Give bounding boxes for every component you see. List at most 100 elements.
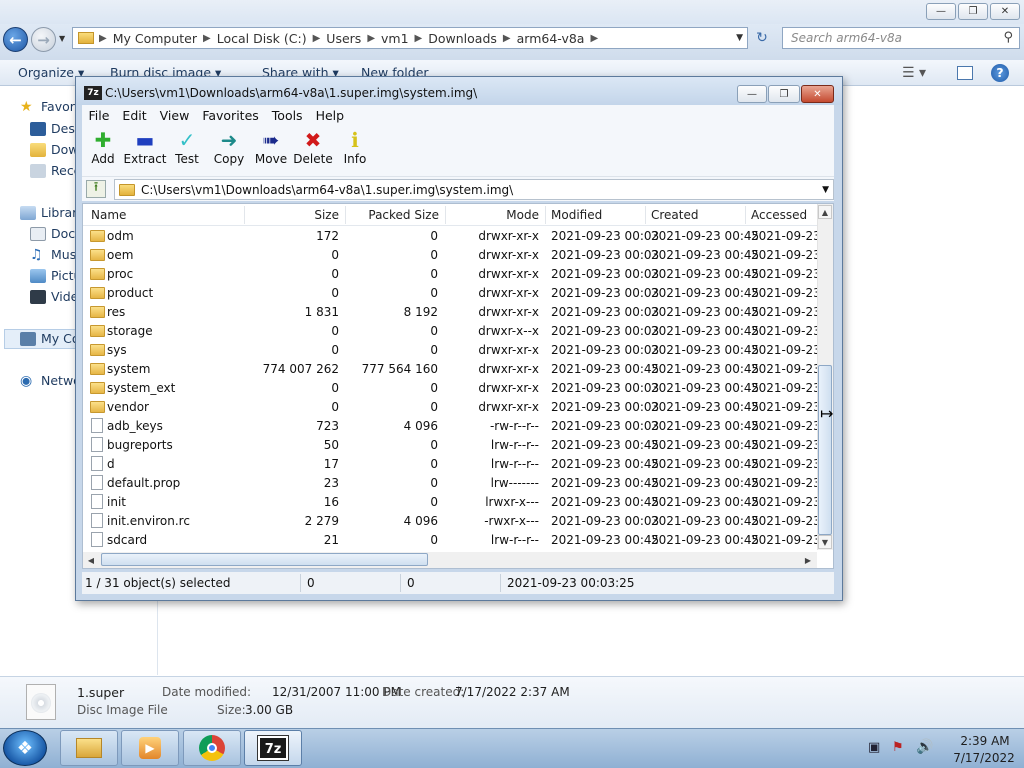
menu-edit[interactable]: Edit bbox=[116, 108, 153, 123]
move-button[interactable]: ➠ Move bbox=[250, 128, 292, 166]
taskbar-explorer-button[interactable] bbox=[60, 730, 118, 766]
breadcrumb-vm1[interactable]: vm1 bbox=[375, 31, 415, 46]
scroll-up-icon[interactable]: ▲ bbox=[818, 205, 832, 219]
column-header-accessed[interactable]: Accessed bbox=[751, 208, 807, 222]
table-row[interactable]: sdcard 21 0 lrw-r--r-- 2021-09-23 00:45 2021-… bbox=[83, 531, 817, 550]
breadcrumb-users[interactable]: Users bbox=[320, 31, 367, 46]
breadcrumb-arm64-v8a[interactable]: arm64-v8a bbox=[511, 31, 591, 46]
7zip-maximize-button[interactable]: ❐ bbox=[768, 85, 800, 103]
nav-videos[interactable]: Vide bbox=[30, 289, 78, 304]
column-header-size[interactable]: Size bbox=[246, 208, 339, 222]
horizontal-scroll-thumb[interactable] bbox=[101, 553, 428, 566]
table-row[interactable]: res 1 831 8 192 drwxr-xr-x 2021-09-23 00:03 2… bbox=[83, 303, 817, 322]
menu-favorites[interactable]: Favorites bbox=[196, 108, 265, 123]
nav-recent[interactable]: Rece bbox=[30, 163, 81, 178]
tray-network-icon[interactable]: ▣ bbox=[868, 740, 880, 755]
column-header-modified[interactable]: Modified bbox=[551, 208, 602, 222]
cell-accessed: 2021-09-23 0 bbox=[751, 476, 817, 490]
table-row[interactable]: storage 0 0 drwxr-x--x 2021-09-23 00:03 2021-… bbox=[83, 322, 817, 341]
path-input[interactable]: C:\Users\vm1\Downloads\arm64-v8a\1.super… bbox=[114, 179, 834, 200]
extract-button[interactable]: ▬ Extract bbox=[124, 128, 167, 166]
table-row[interactable]: sys 0 0 drwxr-xr-x 2021-09-23 00:03 2021-09-2… bbox=[83, 341, 817, 360]
copy-button[interactable]: ➜ Copy bbox=[208, 128, 250, 166]
table-row[interactable]: system_ext 0 0 drwxr-xr-x 2021-09-23 00:03 20… bbox=[83, 379, 817, 398]
table-row[interactable]: init 16 0 lrwxr-x--- 2021-09-23 00:45 2021-09… bbox=[83, 493, 817, 512]
column-header-packed-size[interactable]: Packed Size bbox=[346, 208, 439, 222]
help-icon[interactable]: ? bbox=[991, 63, 1009, 82]
table-row[interactable]: default.prop 23 0 lrw------- 2021-09-23 00:4… bbox=[83, 474, 817, 493]
delete-button[interactable]: ✖ Delete bbox=[292, 128, 334, 166]
table-row[interactable]: odm 172 0 drwxr-xr-x 2021-09-23 00:03 2021-09… bbox=[83, 227, 817, 246]
back-button[interactable]: ← bbox=[3, 27, 28, 52]
up-folder-icon[interactable]: ⭱ bbox=[86, 180, 106, 198]
column-divider[interactable] bbox=[545, 206, 546, 224]
close-button[interactable]: ✕ bbox=[990, 3, 1020, 20]
menu-help[interactable]: Help bbox=[309, 108, 351, 123]
table-row[interactable]: init.environ.rc 2 279 4 096 -rwxr-x--- 2021-… bbox=[83, 512, 817, 531]
column-header-name[interactable]: Name bbox=[91, 208, 126, 222]
column-divider[interactable] bbox=[645, 206, 646, 224]
table-row[interactable]: d 17 0 lrw-r--r-- 2021-09-23 00:45 2021-09-23… bbox=[83, 455, 817, 474]
folder-icon bbox=[90, 306, 105, 318]
menu-view[interactable]: View bbox=[153, 108, 196, 123]
cell-packed-size: 0 bbox=[430, 438, 438, 452]
menu-file[interactable]: File bbox=[82, 108, 116, 123]
nav-network[interactable]: ◉ Netwo bbox=[20, 373, 81, 388]
info-button[interactable]: ℹ Info bbox=[334, 128, 376, 166]
column-divider[interactable] bbox=[244, 206, 245, 224]
table-row[interactable]: adb_keys 723 4 096 -rw-r--r-- 2021-09-23 00:… bbox=[83, 417, 817, 436]
add-button[interactable]: ✚ Add bbox=[82, 128, 124, 166]
table-row[interactable]: proc 0 0 drwxr-xr-x 2021-09-23 00:03 2021-09-… bbox=[83, 265, 817, 284]
cell-size: 774 007 262 bbox=[262, 362, 339, 376]
tray-action-center-icon[interactable]: ⚑ bbox=[892, 740, 904, 755]
table-row[interactable]: system 774 007 262 777 564 160 drwxr-xr-x 20… bbox=[83, 360, 817, 379]
forward-button[interactable]: → bbox=[31, 27, 56, 52]
menu-tools[interactable]: Tools bbox=[265, 108, 309, 123]
7zip-minimize-button[interactable]: — bbox=[737, 85, 767, 103]
test-button[interactable]: ✓ Test bbox=[166, 128, 208, 166]
address-dropdown-icon[interactable]: ▼ bbox=[736, 33, 743, 43]
address-bar[interactable]: ▶ My Computer ▶ Local Disk (C:) ▶ Users … bbox=[72, 27, 748, 49]
taskbar-7zip-button[interactable]: 7z bbox=[244, 730, 302, 766]
vertical-scroll-thumb[interactable] bbox=[818, 365, 832, 535]
taskbar-chrome-button[interactable] bbox=[183, 730, 241, 766]
view-options-icon[interactable]: ☰ ▾ bbox=[902, 65, 926, 81]
refresh-icon[interactable]: ↻ bbox=[750, 27, 774, 49]
cell-size: 16 bbox=[323, 495, 339, 509]
tray-volume-icon[interactable]: 🔊 bbox=[916, 739, 933, 755]
clock-time[interactable]: 2:39 AM bbox=[950, 734, 1020, 748]
clock-date[interactable]: 7/17/2022 bbox=[946, 751, 1022, 765]
breadcrumb-my-computer[interactable]: My Computer bbox=[107, 31, 203, 46]
search-input[interactable]: Search arm64-v8a ⚲ bbox=[782, 27, 1020, 49]
breadcrumb-downloads[interactable]: Downloads bbox=[422, 31, 503, 46]
nav-downloads[interactable]: Dow bbox=[30, 142, 79, 157]
scroll-left-icon[interactable]: ◀ bbox=[84, 553, 98, 567]
column-header-mode[interactable]: Mode bbox=[446, 208, 539, 222]
disc-image-icon bbox=[26, 684, 56, 720]
cell-name: init.environ.rc bbox=[107, 514, 190, 528]
folder-icon bbox=[90, 382, 105, 394]
table-row[interactable]: bugreports 50 0 lrw-r--r-- 2021-09-23 00:45 2… bbox=[83, 436, 817, 455]
nav-favorites[interactable]: ★ Favorit bbox=[20, 99, 83, 114]
preview-pane-icon[interactable] bbox=[957, 65, 973, 80]
table-row[interactable]: oem 0 0 drwxr-xr-x 2021-09-23 00:03 2021-09-2… bbox=[83, 246, 817, 265]
nav-pictures[interactable]: Pictu bbox=[30, 268, 81, 283]
scroll-right-icon[interactable]: ▶ bbox=[801, 553, 815, 567]
column-header-created[interactable]: Created bbox=[651, 208, 699, 222]
table-row[interactable]: product 0 0 drwxr-xr-x 2021-09-23 00:03 2021-… bbox=[83, 284, 817, 303]
nav-music[interactable]: ♫ Mus bbox=[30, 247, 76, 262]
restore-button[interactable]: ❐ bbox=[958, 3, 988, 20]
details-file-type: Disc Image File bbox=[77, 703, 168, 717]
column-divider[interactable] bbox=[745, 206, 746, 224]
nav-libraries[interactable]: Librari bbox=[20, 205, 81, 220]
recent-pages-chevron-icon[interactable]: ▼ bbox=[59, 34, 65, 43]
taskbar-media-player-button[interactable]: ▶ bbox=[121, 730, 179, 766]
minimize-button[interactable]: — bbox=[926, 3, 956, 20]
7zip-close-button[interactable]: ✕ bbox=[801, 85, 834, 103]
path-dropdown-icon[interactable]: ▼ bbox=[822, 185, 829, 195]
breadcrumb-local-disk[interactable]: Local Disk (C:) bbox=[211, 31, 313, 46]
table-row[interactable]: vendor 0 0 drwxr-xr-x 2021-09-23 00:03 2021-0… bbox=[83, 398, 817, 417]
nav-my-computer[interactable]: My Co bbox=[20, 331, 80, 346]
start-button[interactable]: ❖ bbox=[3, 730, 47, 766]
scroll-down-icon[interactable]: ▼ bbox=[818, 535, 832, 549]
